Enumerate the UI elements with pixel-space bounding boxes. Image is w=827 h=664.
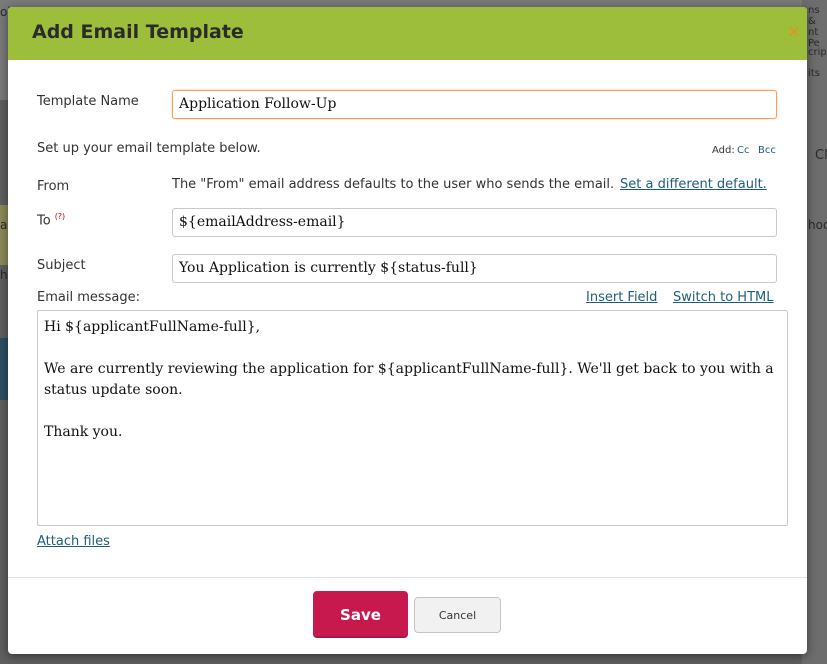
message-line: We are currently reviewing the applicati… xyxy=(44,361,774,398)
message-line: Thank you. xyxy=(44,424,123,440)
dialog-header: Add Email Template × xyxy=(8,7,807,60)
help-icon[interactable]: (?) xyxy=(55,212,66,221)
message-line xyxy=(44,338,781,359)
email-message-label: Email message: xyxy=(37,290,141,305)
dialog-title: Add Email Template xyxy=(32,21,244,43)
from-label: From xyxy=(37,179,70,194)
to-label-text: To xyxy=(37,213,51,229)
to-label: To (?) xyxy=(37,212,65,228)
insert-field-link[interactable]: Insert Field xyxy=(586,290,657,305)
add-cc-link[interactable]: Cc xyxy=(737,145,749,156)
message-line: Hi ${applicantFullName-full}, xyxy=(44,319,261,335)
attach-files-link[interactable]: Attach files xyxy=(37,534,110,549)
background-text: cript xyxy=(808,47,827,58)
set-different-default-link[interactable]: Set a different default. xyxy=(620,177,767,192)
add-recipients-label: Add: xyxy=(712,145,735,156)
subject-label: Subject xyxy=(37,258,86,273)
add-email-template-dialog: Add Email Template × Template Name Appli… xyxy=(8,7,807,654)
add-bcc-link[interactable]: Bcc xyxy=(758,145,776,156)
background-text: its xyxy=(808,68,820,79)
background-text: ns & xyxy=(808,5,820,27)
background-text: Cl xyxy=(815,148,827,163)
template-name-label: Template Name xyxy=(37,94,139,109)
cancel-button[interactable]: Cancel xyxy=(414,597,501,633)
close-icon[interactable]: × xyxy=(787,22,801,42)
background-text: hoo xyxy=(808,218,827,232)
to-input[interactable]: ${emailAddress-email} xyxy=(172,208,777,237)
footer-divider xyxy=(8,577,807,578)
save-button[interactable]: Save xyxy=(313,591,408,638)
email-message-editor[interactable]: Hi ${applicantFullName-full}, We are cur… xyxy=(37,310,788,526)
from-description: The "From" email address defaults to the… xyxy=(172,177,615,192)
background-text: nt Pe xyxy=(808,27,820,49)
subject-input[interactable]: You Application is currently ${status-fu… xyxy=(172,254,777,283)
setup-instructions: Set up your email template below. xyxy=(37,141,261,156)
template-name-input[interactable]: Application Follow-Up xyxy=(172,90,777,119)
switch-to-html-link[interactable]: Switch to HTML xyxy=(673,290,773,305)
message-line xyxy=(44,401,781,422)
